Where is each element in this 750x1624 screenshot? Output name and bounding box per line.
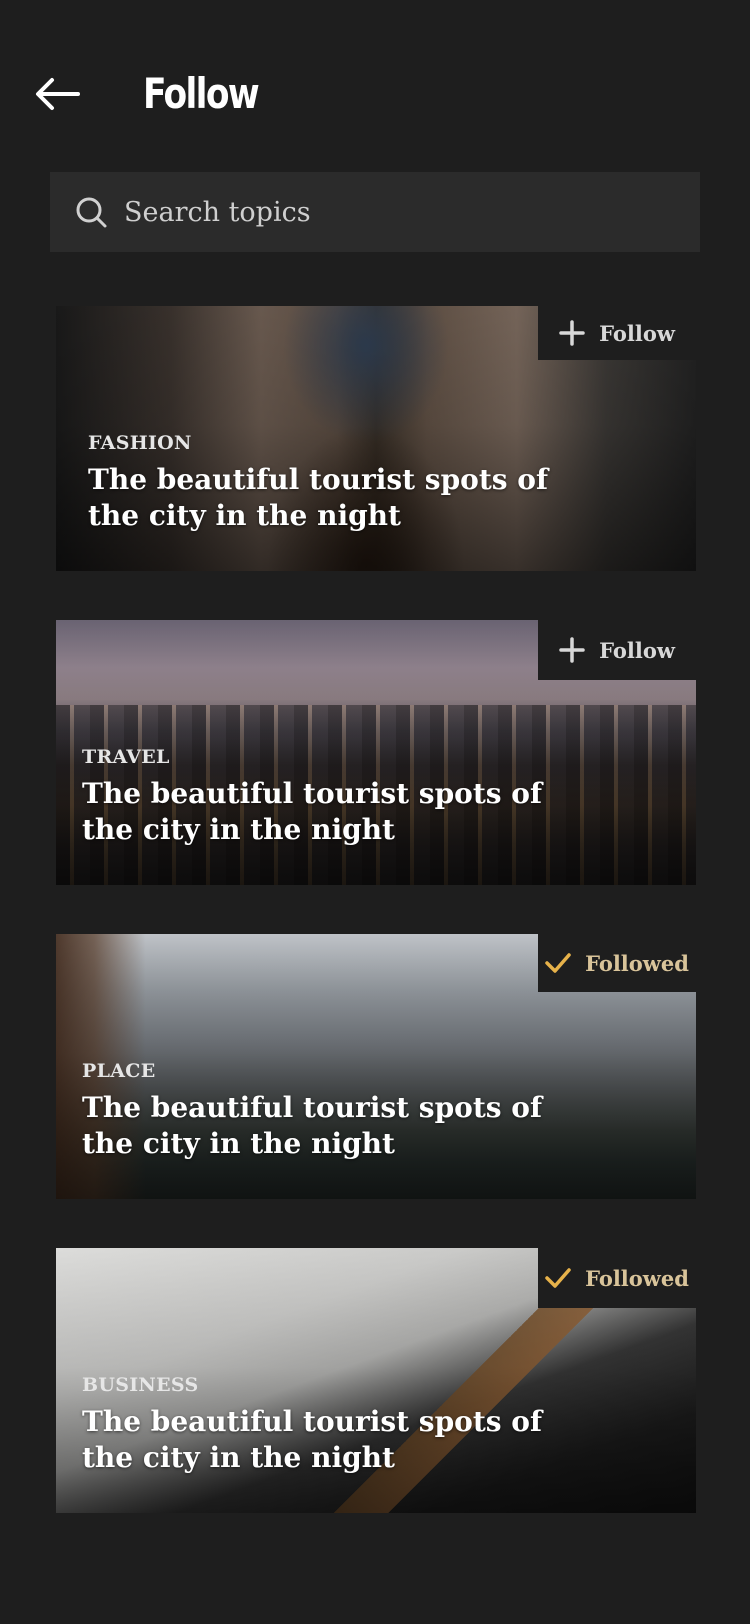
followed-button[interactable]: Followed — [538, 934, 696, 992]
search-bar[interactable] — [50, 172, 700, 252]
follow-button[interactable]: Follow — [538, 620, 696, 680]
card-headline: The beautiful tourist spots of the city … — [82, 1091, 542, 1160]
follow-button[interactable]: Follow — [538, 306, 696, 360]
topic-card[interactable]: FASHION The beautiful tourist spots of t… — [56, 306, 696, 571]
topic-card[interactable]: TRAVEL The beautiful tourist spots of th… — [56, 620, 696, 885]
topic-card[interactable]: PLACE The beautiful tourist spots of the… — [56, 934, 696, 1199]
plus-icon — [559, 320, 585, 346]
check-icon — [545, 953, 571, 973]
back-button[interactable] — [30, 66, 86, 122]
follow-button-label: Followed — [585, 1265, 689, 1291]
follow-button-label: Follow — [599, 320, 675, 346]
card-category: BUSINESS — [82, 1374, 199, 1396]
card-category: PLACE — [82, 1060, 156, 1082]
search-icon — [76, 197, 107, 228]
follow-button-label: Follow — [599, 637, 675, 663]
card-headline: The beautiful tourist spots of the city … — [88, 463, 548, 532]
search-input[interactable] — [124, 196, 664, 228]
topic-card[interactable]: BUSINESS The beautiful tourist spots of … — [56, 1248, 696, 1513]
header: Follow — [0, 0, 750, 150]
page-title: Follow — [143, 69, 260, 118]
card-headline: The beautiful tourist spots of the city … — [82, 1405, 542, 1474]
card-headline: The beautiful tourist spots of the city … — [82, 777, 542, 846]
follow-button-label: Followed — [585, 950, 689, 976]
card-category: FASHION — [88, 432, 192, 454]
check-icon — [545, 1268, 571, 1288]
arrow-left-icon — [36, 78, 80, 110]
followed-button[interactable]: Followed — [538, 1248, 696, 1308]
card-category: TRAVEL — [82, 746, 170, 768]
plus-icon — [559, 637, 585, 663]
